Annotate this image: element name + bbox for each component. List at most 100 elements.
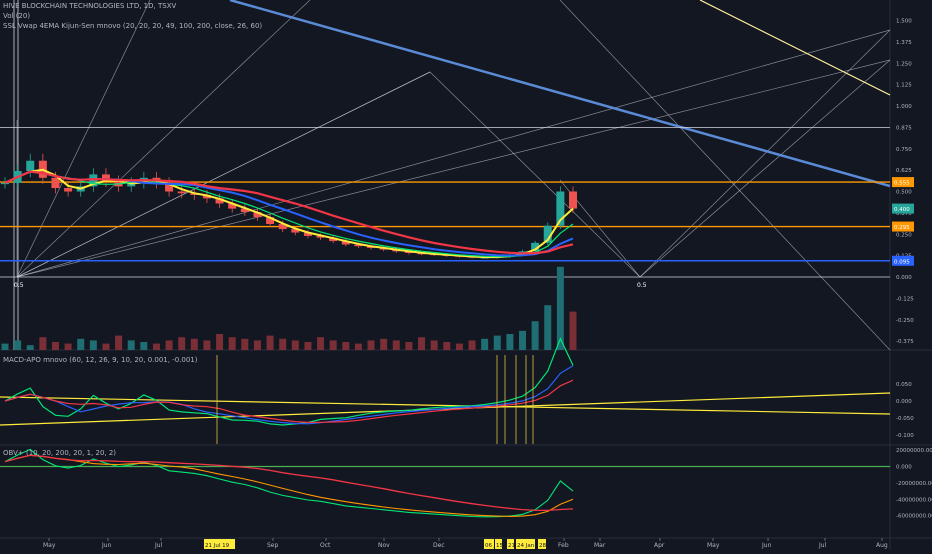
macd-tick-label: 0.050: [896, 382, 912, 388]
macd-title: MACD-APO mnovo (60, 12, 26, 9, 10, 20, 0…: [3, 356, 198, 364]
volume-bar: [317, 337, 325, 350]
volume-bar: [291, 340, 299, 350]
chart-svg[interactable]: 1.500 1.375 1.250 1.125 1.000 0.875 0.750 0.625…: [0, 0, 932, 550]
time-tick-label: Jul: [818, 542, 827, 549]
time-tick-label: Dec: [433, 542, 445, 549]
macd-line: [4, 337, 574, 426]
volume-bar: [392, 340, 400, 350]
volume-bar: [304, 342, 312, 350]
volume-bar: [354, 343, 362, 350]
volume-bar: [178, 337, 186, 350]
macd-slow-line: [4, 379, 574, 424]
chart-root[interactable]: 1.500 1.375 1.250 1.125 1.000 0.875 0.750 0.625…: [0, 0, 932, 550]
volume-bar: [443, 342, 451, 350]
obv-tick-label: 0.000: [896, 465, 912, 471]
volume-bar: [405, 342, 413, 350]
annotation-label: 0.5: [14, 282, 24, 289]
time-tick-label: May: [43, 542, 56, 549]
volume-bar: [544, 305, 552, 350]
fan-line-9: [639, 59, 891, 278]
candle-body: [26, 160, 35, 171]
volume-bar: [190, 338, 198, 350]
volume-bar: [493, 335, 501, 350]
price-tick-label: -0.375: [896, 339, 914, 345]
macd-tick-label: -0.050: [896, 416, 914, 422]
macd-tick-label: -0.100: [896, 433, 914, 439]
obv-tick-label: 20000000.00: [896, 448, 932, 454]
fan-line-10: [559, 0, 891, 351]
time-tick-label: Jun: [101, 542, 112, 549]
volume-bar: [64, 343, 72, 350]
obv-ma-line: [4, 454, 574, 517]
candle-body: [569, 191, 577, 209]
volume-bar: [26, 345, 34, 350]
volume-bar: [468, 340, 476, 350]
volume-bar: [266, 335, 274, 350]
volume-bar: [342, 342, 350, 350]
highlight-date-label: 15: [496, 543, 503, 549]
volume-bar: [455, 343, 463, 350]
volume-bar: [140, 342, 148, 350]
price-tick-label: -0.125: [896, 296, 914, 302]
volume-bar: [531, 321, 539, 350]
price-label-text: 0.555: [894, 181, 910, 187]
time-tick-label: May: [707, 542, 720, 549]
volume-bar: [14, 340, 22, 350]
price-tick-label: 0.250: [896, 232, 912, 238]
price-tick-label: 1.375: [896, 40, 912, 46]
fan-line-4: [16, 59, 891, 278]
volume-bar: [380, 338, 388, 350]
highlight-date-label: 21 Jul 19: [205, 543, 230, 549]
price-label-text: 0.095: [894, 259, 910, 265]
ssl-title: SSL Vwap 4EMA Kijun-Sen mnovo (20, 20, 2…: [3, 22, 263, 30]
time-tick-label: Feb: [558, 542, 569, 549]
volume-bar: [115, 335, 123, 350]
symbol-title: HIVE BLOCKCHAIN TECHNOLOGIES LTD, 1D, TS…: [3, 2, 177, 10]
obv-line: [4, 448, 574, 518]
trend-line-yellow: [699, 0, 891, 96]
volume-bar: [430, 340, 438, 350]
price-label-text: 0.295: [894, 225, 910, 231]
candle-body: [177, 191, 186, 194]
highlight-date-label: 28: [539, 543, 546, 549]
volume-bar: [102, 343, 110, 350]
volume-bar: [329, 340, 337, 350]
obv-tick-label: -20000000.00: [896, 481, 932, 487]
volume-bar: [39, 337, 47, 350]
candle-body: [51, 177, 60, 189]
candle-body: [1, 182, 9, 185]
volume-title: Vol (20): [3, 12, 31, 20]
time-tick-label: Aug: [876, 542, 888, 549]
volume-bar: [506, 334, 514, 350]
volume-bar: [1, 343, 9, 350]
highlight-date-label: 21: [508, 543, 515, 549]
macd-tick-label: 0.000: [896, 399, 912, 405]
volume-bar: [51, 342, 59, 350]
volume-bar: [216, 334, 224, 350]
volume-bar: [241, 338, 249, 350]
volume-bar: [203, 340, 211, 350]
annotation-label: 0.5: [637, 282, 647, 289]
price-tick-label: -0.250: [896, 318, 914, 324]
volume-bar: [367, 340, 375, 350]
trend-line-blue: [229, 0, 891, 188]
obv-title: OBV+ (10, 20, 200, 20, 1, 20, 2): [3, 449, 117, 457]
time-tick-label: Mar: [594, 542, 606, 549]
price-tick-label: 1.250: [896, 61, 912, 67]
price-tick-label: 0.500: [896, 190, 912, 196]
price-label-text: 0.400: [894, 207, 910, 213]
obv-tick-label: -40000000.00: [896, 497, 932, 503]
volume-bar: [519, 330, 527, 350]
price-tick-label: 0.875: [896, 125, 912, 131]
volume-bar: [127, 340, 135, 350]
volume-bar: [418, 337, 426, 350]
volume-bar: [165, 340, 173, 350]
time-tick-label: Jul: [154, 542, 163, 549]
time-tick-label: Nov: [378, 542, 390, 549]
volume-bar: [279, 338, 287, 350]
macd-trend-line: [0, 396, 891, 415]
volume-bar: [569, 311, 577, 350]
candle-body: [64, 188, 73, 192]
volume-bar: [152, 343, 160, 350]
price-tick-label: 0.625: [896, 168, 912, 174]
